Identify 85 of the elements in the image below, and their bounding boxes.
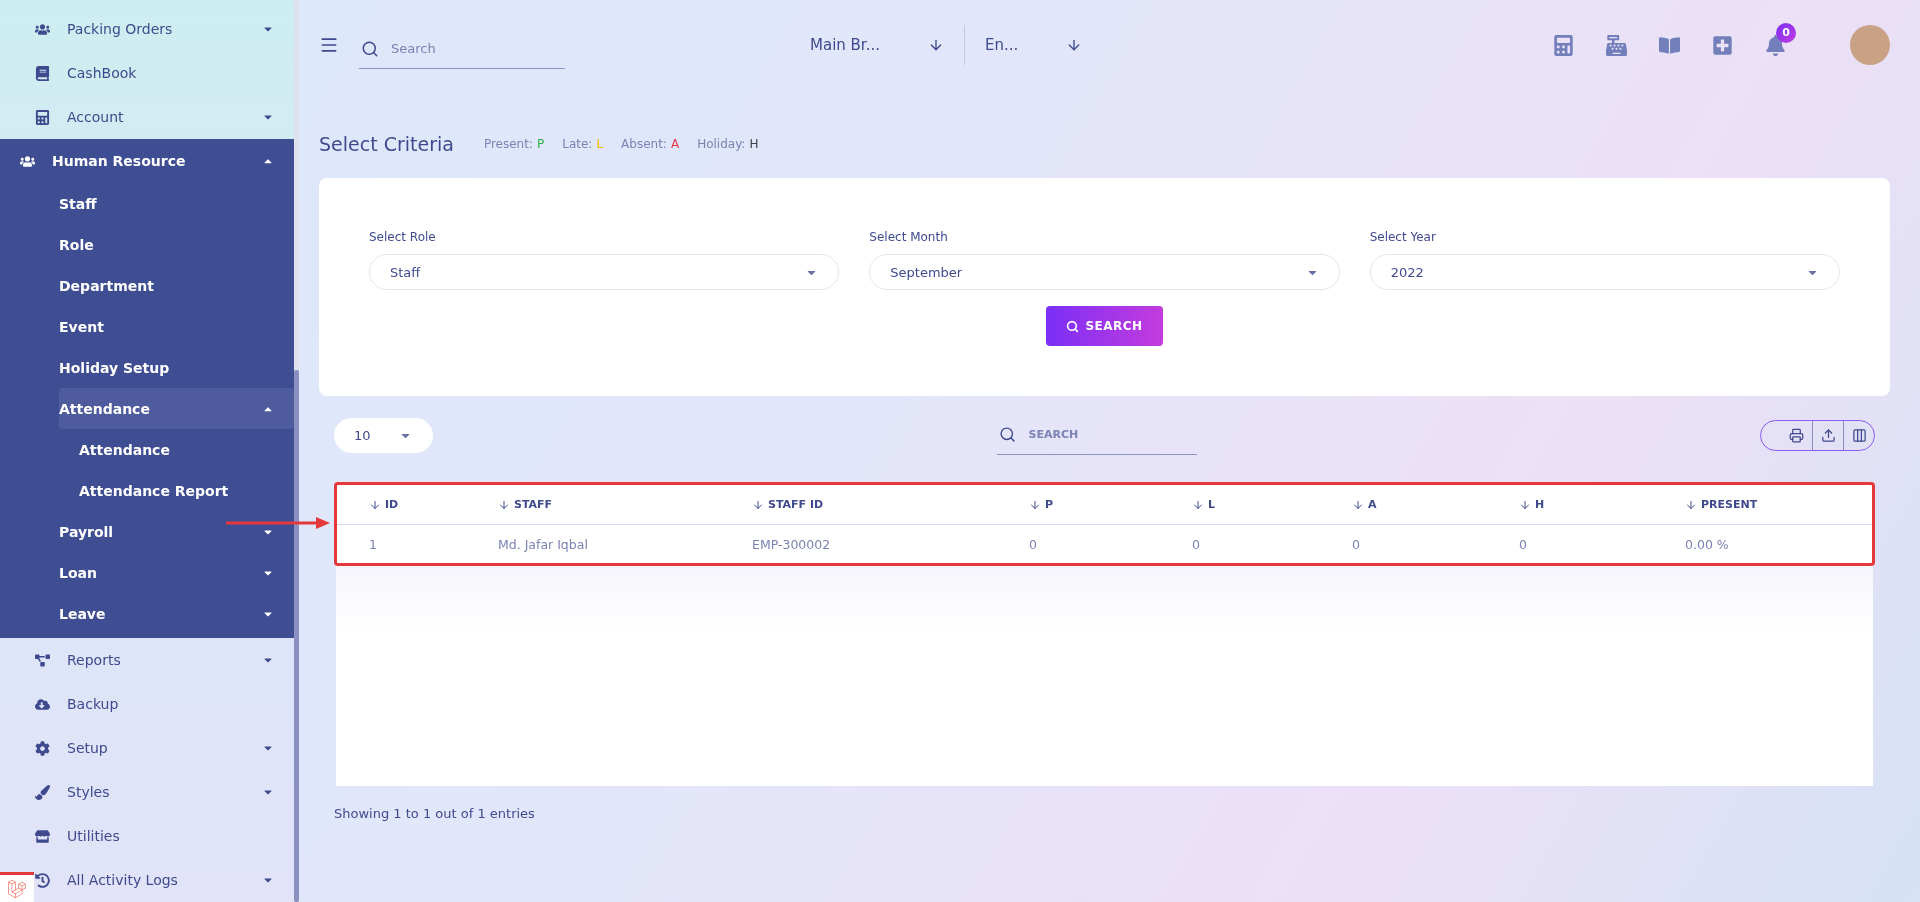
table-cell-text: 0	[1192, 536, 1201, 552]
table-cell-text: 0	[1519, 536, 1528, 552]
entries-info: Showing 1 to 1 out of 1 entries	[333, 805, 536, 823]
laravel-icon[interactable]	[0, 872, 34, 902]
field-label: Select Role	[369, 230, 437, 244]
sidebar-item[interactable]: Loan	[59, 552, 294, 593]
sort-icon	[1519, 498, 1531, 511]
sidebar-item[interactable]: Reports	[35, 638, 294, 682]
sidebar-icon	[35, 828, 51, 844]
column-header[interactable]: STAFF ID	[752, 498, 1029, 511]
notification-badge: 0	[1776, 22, 1796, 43]
section-title: Select Criteria	[319, 133, 454, 155]
search-icon	[998, 426, 1016, 443]
sidebar-icon	[35, 872, 51, 888]
sort-icon	[1192, 498, 1204, 511]
sidebar-item[interactable]: Utilities	[35, 814, 294, 858]
sidebar-item[interactable]: Holiday Setup	[59, 347, 294, 388]
sidebar-item[interactable]: All Activity Logs	[35, 858, 294, 902]
sidebar-item[interactable]: Attendance	[59, 388, 294, 429]
scrollbar[interactable]	[294, 0, 299, 902]
cash-register-icon[interactable]	[1606, 34, 1627, 56]
sidebar-item[interactable]: Payroll	[59, 511, 294, 552]
legend-item: Holiday: H	[697, 137, 759, 151]
sort-icon	[1029, 498, 1041, 511]
sidebar-item[interactable]: Styles	[35, 770, 294, 814]
sidebar-item[interactable]: Account	[35, 95, 294, 139]
sidebar-item[interactable]: Department	[59, 265, 294, 306]
table-search-field[interactable]: SEARCH	[996, 415, 1197, 455]
upload-icon	[1820, 427, 1836, 443]
search-button[interactable]: SEARCH	[1046, 306, 1163, 346]
sidebar-item[interactable]: Human Resource	[20, 139, 294, 183]
language-dropdown[interactable]: En...	[964, 25, 1103, 65]
search-icon	[1066, 319, 1080, 333]
menu-icon[interactable]	[319, 35, 339, 55]
sidebar-item[interactable]: Backup	[35, 682, 294, 726]
page-size-select[interactable]: 10	[334, 417, 433, 453]
column-header[interactable]: ID	[369, 498, 498, 511]
sidebar-icon	[35, 65, 51, 81]
calculator-icon[interactable]	[1553, 34, 1574, 56]
sidebar-item[interactable]: Attendance Report	[59, 470, 294, 511]
sidebar-item[interactable]: Role	[59, 224, 294, 265]
sort-icon	[752, 498, 764, 511]
sidebar-item[interactable]: Attendance	[59, 429, 294, 470]
book-icon[interactable]	[1659, 34, 1680, 56]
sort-icon	[1352, 498, 1364, 511]
sidebar-icon	[35, 740, 51, 756]
branch-dropdown[interactable]: Main Br...	[790, 25, 964, 65]
column-header[interactable]: PRESENT	[1685, 498, 1872, 511]
legend-item: Absent: A	[621, 137, 680, 151]
table-cell-text: 1	[369, 536, 378, 552]
plus-icon[interactable]	[1712, 34, 1733, 56]
sort-icon	[1685, 498, 1697, 511]
sidebar-icon	[35, 784, 51, 800]
search-icon	[361, 40, 379, 58]
sidebar-icon	[35, 696, 51, 712]
legend-item: Present: P	[483, 137, 545, 151]
field-label: Select Year	[1369, 230, 1437, 244]
print-icon	[1789, 427, 1804, 443]
sidebar-item[interactable]: Staff	[59, 183, 294, 224]
table-cell-text: Md. Jafar Iqbal	[498, 536, 589, 552]
legend-item: Late: L	[562, 137, 604, 151]
sidebar-icon	[35, 21, 51, 37]
columns-icon	[1851, 427, 1867, 443]
table-cell-text: 0.00 %	[1685, 536, 1730, 552]
sort-icon	[498, 498, 510, 511]
sidebar-item[interactable]: Packing Orders	[35, 7, 294, 51]
sidebar-item[interactable]: Event	[59, 306, 294, 347]
column-header[interactable]: P	[1029, 498, 1192, 511]
bell-icon[interactable]	[1765, 34, 1786, 56]
sidebar-icon	[35, 652, 51, 668]
search-field[interactable]: Search	[359, 29, 565, 69]
column-header[interactable]: STAFF	[498, 498, 752, 511]
sidebar-icon	[35, 109, 51, 125]
column-header[interactable]: A	[1352, 498, 1519, 511]
column-header[interactable]: H	[1519, 498, 1685, 511]
sidebar-icon	[20, 153, 36, 169]
table-cell-text: EMP-300002	[752, 536, 832, 552]
table-cell-text: 0	[1352, 536, 1361, 552]
sidebar-item[interactable]: Leave	[59, 593, 294, 634]
column-header[interactable]: L	[1192, 498, 1352, 511]
field-label: Select Month	[869, 230, 949, 244]
table-cell-text: 0	[1029, 536, 1038, 552]
sidebar-item[interactable]: CashBook	[35, 51, 294, 95]
sort-icon	[369, 498, 381, 511]
sidebar-item[interactable]: Setup	[35, 726, 294, 770]
